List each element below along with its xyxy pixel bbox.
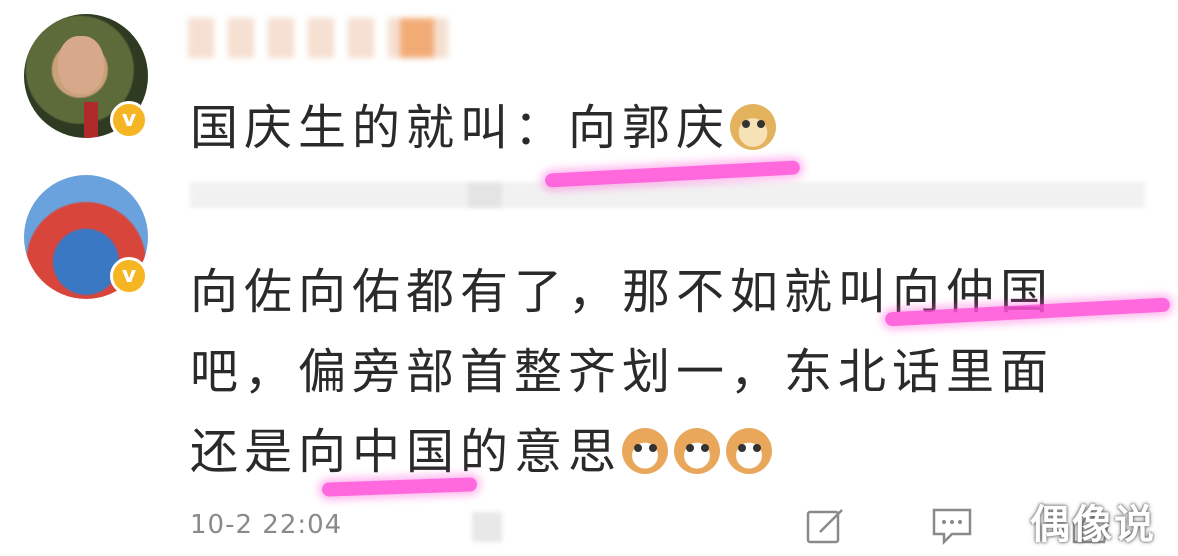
comment-text-line: 吧，偏旁部首整齐划一，东北话里面 xyxy=(190,344,1055,400)
cat-emoji-icon xyxy=(726,428,773,474)
username-blurred[interactable] xyxy=(188,18,448,58)
doge-emoji-icon xyxy=(730,104,777,150)
edit-button[interactable] xyxy=(804,506,848,546)
comment-item: v 向佐向佑都有了，那不如就叫向仲国 吧，偏旁部首整齐划一，东北话里面 还是向中… xyxy=(0,175,1178,556)
comment-icon xyxy=(932,508,972,546)
comment-text-line: 还是向中国的意思 xyxy=(190,412,1150,492)
blurred-divider xyxy=(190,182,1145,208)
cat-emoji-icon xyxy=(622,428,669,474)
edit-icon xyxy=(806,509,843,544)
comment-text: 国庆生的就叫：向郭庆 xyxy=(190,88,782,168)
verified-badge-icon: v xyxy=(110,257,148,295)
cat-emoji-icon xyxy=(674,428,721,474)
blurred-meta xyxy=(472,512,502,542)
blurred-divider-gap xyxy=(468,182,502,208)
verified-badge-icon: v xyxy=(110,101,148,139)
comment-timestamp: 10-2 22:04 xyxy=(190,510,343,540)
comment-text: 向佐向佑都有了，那不如就叫向仲国 吧，偏旁部首整齐划一，东北话里面 还是向中国的… xyxy=(190,252,1150,492)
watermark: 偶像说 xyxy=(1030,502,1156,548)
avatar-tie xyxy=(84,102,98,138)
avatar-face xyxy=(58,36,104,94)
reply-button[interactable] xyxy=(930,506,974,546)
username-blur-accent xyxy=(400,18,434,58)
comment-text-line: 国庆生的就叫：向郭庆 xyxy=(190,100,731,156)
comment-text-segment: 还是向中国的意思 xyxy=(190,424,623,480)
